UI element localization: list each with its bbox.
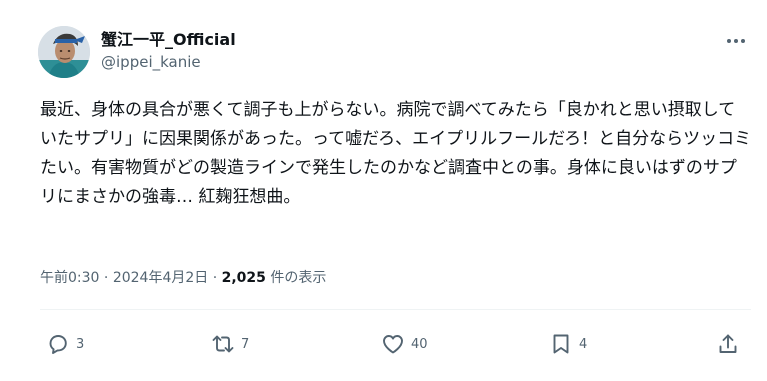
views-count: 2,025	[221, 270, 266, 286]
tweet-actions: 3 7 40 4	[0, 330, 767, 358]
meta-separator: ·	[103, 270, 109, 286]
views-label: 件の表示	[270, 270, 327, 286]
tweet-time[interactable]: 午前0:30	[40, 270, 99, 286]
reply-button[interactable]: 3	[46, 330, 84, 358]
retweet-count: 7	[241, 336, 250, 352]
reply-count: 3	[76, 336, 85, 352]
avatar[interactable]	[38, 26, 90, 78]
retweet-button[interactable]: 7	[211, 330, 249, 358]
like-button[interactable]: 40	[381, 330, 428, 358]
share-icon	[719, 334, 737, 353]
bookmark-icon	[553, 334, 569, 354]
avatar-portrait-icon	[38, 26, 90, 78]
share-button[interactable]	[716, 330, 740, 358]
meta-separator: ·	[212, 270, 218, 286]
divider	[40, 309, 751, 310]
tweet-meta: 午前0:30 · 2024年4月2日 · 2,025 件の表示	[40, 268, 326, 288]
reply-icon	[49, 335, 67, 354]
author-display-name[interactable]: 蟹江一平_Official	[101, 29, 236, 51]
author-handle[interactable]: @ippei_kanie	[101, 52, 236, 72]
more-options-button[interactable]	[724, 30, 748, 52]
tweet-text: 最近、身体の具合が悪くて調子も上がらない。病院で調べてみたら「良かれと思い摂取し…	[40, 100, 752, 207]
bookmark-count: 4	[579, 336, 588, 352]
like-icon	[383, 335, 403, 354]
like-count: 40	[411, 336, 428, 352]
bookmark-button[interactable]: 4	[549, 330, 587, 358]
retweet-icon	[212, 335, 234, 353]
more-dots-icon	[727, 39, 745, 43]
tweet-date[interactable]: 2024年4月2日	[113, 270, 208, 286]
tweet-author[interactable]: 蟹江一平_Official @ippei_kanie	[101, 29, 236, 72]
